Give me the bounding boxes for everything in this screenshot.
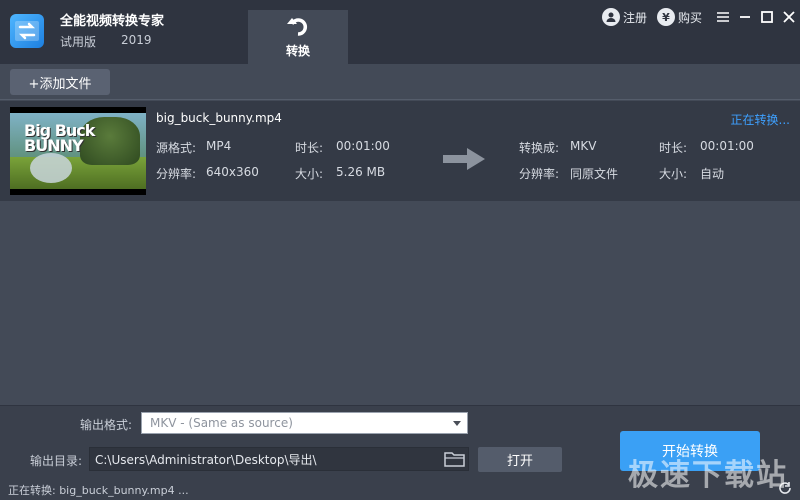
title-bar: 全能视频转换专家 试用版 2019 转换 注册 ¥ 购买	[0, 0, 800, 64]
chevron-down-icon	[453, 421, 461, 426]
app-name: 全能视频转换专家	[60, 14, 165, 29]
tab-convert[interactable]: 转换	[248, 10, 348, 64]
target-duration-value: 00:01:00	[700, 139, 754, 153]
buy-label: 购买	[677, 10, 702, 25]
minimize-icon	[740, 16, 750, 18]
conversion-status: 正在转换...	[730, 113, 790, 127]
watermark-text: 极速下载站	[628, 458, 788, 493]
target-format-value[interactable]: MKV	[570, 139, 596, 153]
open-folder-button[interactable]: 打开	[478, 447, 562, 472]
source-duration-value: 00:01:00	[336, 139, 390, 153]
top-actions: 注册 ¥ 购买	[601, 6, 800, 28]
minimize-button[interactable]	[734, 6, 756, 28]
maximize-icon	[761, 11, 773, 23]
close-icon	[783, 11, 795, 23]
target-resolution-label: 分辨率:	[519, 167, 560, 181]
user-icon	[601, 8, 620, 26]
menu-button[interactable]	[712, 6, 734, 28]
output-dir-value: C:\Users\Administrator\Desktop\导出\	[95, 452, 317, 467]
file-name: big_buck_bunny.mp4	[156, 111, 282, 125]
source-format-label: 源格式:	[156, 141, 197, 155]
close-button[interactable]	[778, 6, 800, 28]
source-duration-label: 时长:	[295, 141, 324, 155]
source-size-label: 大小:	[295, 167, 324, 181]
toolbar: +添加文件	[0, 64, 800, 100]
output-format-select[interactable]: MKV - (Same as source)	[141, 412, 468, 434]
register-link[interactable]: 注册	[601, 8, 647, 26]
status-text: 正在转换: big_buck_bunny.mp4 ...	[8, 484, 189, 497]
register-label: 注册	[622, 10, 647, 25]
maximize-button[interactable]	[756, 6, 778, 28]
tab-convert-label: 转换	[285, 44, 310, 58]
thumbnail-title: Big Buck BUNNY	[24, 121, 95, 155]
target-duration-label: 时长:	[659, 141, 688, 155]
video-thumbnail: Big Buck BUNNY	[10, 107, 146, 195]
menu-icon	[717, 12, 729, 22]
file-list-empty-area	[0, 201, 800, 405]
folder-icon[interactable]	[444, 450, 466, 468]
yen-icon: ¥	[656, 8, 675, 26]
convert-arrow-icon	[287, 18, 308, 36]
source-size-value: 5.26 MB	[336, 165, 386, 179]
app-logo-icon	[10, 14, 44, 48]
output-format-value: MKV - (Same as source)	[150, 416, 293, 430]
target-resolution-value: 同原文件	[570, 167, 619, 181]
thumbnail-bunny	[30, 153, 72, 183]
app-edition: 试用版	[60, 35, 97, 49]
convert-direction-arrow-icon	[443, 148, 485, 170]
buy-link[interactable]: ¥ 购买	[656, 8, 702, 26]
source-resolution-label: 分辨率:	[156, 167, 197, 181]
output-dir-label: 输出目录:	[30, 454, 83, 468]
add-file-button[interactable]: +添加文件	[10, 69, 110, 95]
output-format-label: 输出格式:	[80, 418, 133, 432]
source-resolution-value: 640x360	[206, 165, 259, 179]
source-format-value: MP4	[206, 139, 232, 153]
target-size-label: 大小:	[659, 167, 688, 181]
target-format-label: 转换成:	[519, 141, 560, 155]
app-year: 2019	[121, 33, 152, 47]
output-dir-field[interactable]: C:\Users\Administrator\Desktop\导出\	[89, 447, 469, 471]
target-size-value: 自动	[700, 167, 725, 181]
